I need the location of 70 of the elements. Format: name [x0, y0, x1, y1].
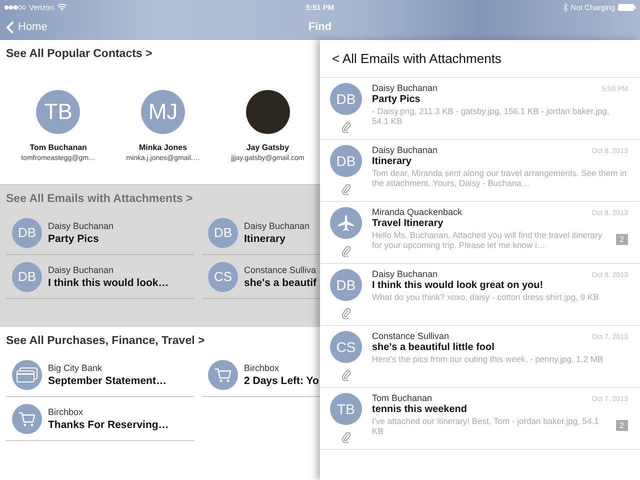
- email-subject: I think this would look…: [48, 276, 169, 288]
- paperclip-icon: [342, 183, 350, 195]
- sender-name: Daisy Buchanan: [372, 269, 438, 279]
- contact-name: Jay Gatsby: [246, 143, 290, 152]
- email-subject: she's a beautiful little fool: [372, 342, 496, 353]
- thread-count-badge: 2: [616, 234, 628, 246]
- shopping-cart-icon: [18, 410, 36, 426]
- paperclip-icon: [342, 369, 350, 381]
- email-subject: she's a beautif: [244, 276, 317, 288]
- email-subject: I think this would look great on you!: [372, 280, 544, 291]
- section-link[interactable]: See All Popular Contacts >: [6, 48, 152, 60]
- email-preview: - Daisy.png, 211.3 KB - gatsby.jpg, 156.1 KB - jordan baker.jpg, 54.1 KB: [372, 106, 610, 126]
- wifi-icon: [57, 3, 68, 11]
- contact-name: Tom Buchanan: [30, 143, 87, 152]
- sender-name: Daisy Buchanan: [48, 220, 114, 230]
- sender-name: Birchbox: [48, 406, 84, 416]
- email-preview: I've attached our itinerary! Best, Tom - jordan baker.jpg, 54.1 KB: [372, 416, 600, 436]
- email-item[interactable]: DB Daisy Buchanan Party Pics: [6, 211, 194, 255]
- sender-name: Daisy Buchanan: [372, 83, 438, 93]
- section-link[interactable]: See All Purchases, Finance, Travel >: [6, 335, 205, 347]
- back-link[interactable]: < All Emails with Attachments: [320, 40, 640, 78]
- paperclip-icon: [342, 307, 350, 319]
- sender-name: Miranda Quackenback: [372, 207, 462, 217]
- paperclip-icon: [342, 121, 350, 133]
- airplane-icon: [337, 214, 355, 232]
- sender-avatar: DB: [208, 218, 238, 248]
- email-subject: Party Pics: [372, 94, 422, 105]
- page-title: Find: [308, 21, 332, 33]
- credit-cards-icon: [16, 366, 38, 382]
- email-subject: tennis this weekend: [372, 404, 468, 415]
- email-preview: What do you think? xoxo, daisy - cotton dress shirt.jpg, 9 KB: [372, 292, 600, 302]
- sender-name: Constance Sullivan: [372, 331, 450, 341]
- battery-icon: [618, 4, 636, 10]
- sender-name: Daisy Buchanan: [48, 264, 115, 274]
- email-subject: Itinerary: [244, 232, 286, 244]
- email-preview: Here's the pics from our outing this week. - penny.jpg, 1.2 MB: [372, 354, 604, 364]
- sender-avatar: DB: [12, 262, 42, 292]
- email-subject: September Statement…: [48, 374, 166, 386]
- sender-name: Birchbox: [244, 362, 280, 372]
- shopping-cart-icon: [214, 366, 232, 382]
- sender-avatar: DB: [330, 83, 362, 115]
- email-preview: Hello Ms. Buchanan, Attached you will find the travel itinerary for your upcoming trip. Please let me know i…: [372, 230, 604, 250]
- email-subject: Travel Itinerary: [372, 218, 444, 229]
- paperclip-icon: [342, 245, 350, 257]
- email-subject: Itinerary: [372, 156, 412, 167]
- contact-name: Minka Jones: [139, 143, 188, 152]
- sender-avatar: CS: [208, 262, 238, 292]
- email-preview: Tom dear, Miranda sent along our travel arrangements. See them in the attachment. Yours, Daisy - Buchana…: [372, 168, 628, 188]
- email-subject: Party Pics: [48, 232, 100, 244]
- email-subject: 2 Days Left: Yo: [244, 374, 319, 386]
- signal-icon: [4, 4, 26, 10]
- sender-avatar: DB: [330, 145, 362, 177]
- sender-avatar: CS: [330, 331, 362, 363]
- sender-avatar: TB: [330, 393, 362, 425]
- bluetooth-icon: [562, 2, 568, 12]
- purchase-item[interactable]: Big City Bank September Statement…: [6, 353, 194, 397]
- paperclip-icon: [342, 431, 350, 443]
- thread-count-badge: 2: [616, 420, 628, 432]
- email-subject: Thanks For Reserving…: [48, 418, 169, 430]
- chevron-left-icon: [6, 20, 14, 34]
- purchase-item[interactable]: Birchbox Thanks For Reserving…: [6, 397, 194, 441]
- sender-name: Big City Bank: [48, 362, 104, 372]
- photo-placeholder[interactable]: [246, 90, 290, 134]
- sender-name: Tom Buchanan: [372, 393, 432, 403]
- sender-name: Daisy Buchanan: [372, 145, 438, 155]
- sender-name: Daisy Buchanan: [244, 220, 310, 230]
- sender-avatar: DB: [330, 269, 362, 301]
- email-item[interactable]: DB Daisy Buchanan I think this would look…: [6, 255, 194, 299]
- sender-name: Constance Sulliva: [244, 264, 317, 274]
- sender-avatar: DB: [12, 218, 42, 248]
